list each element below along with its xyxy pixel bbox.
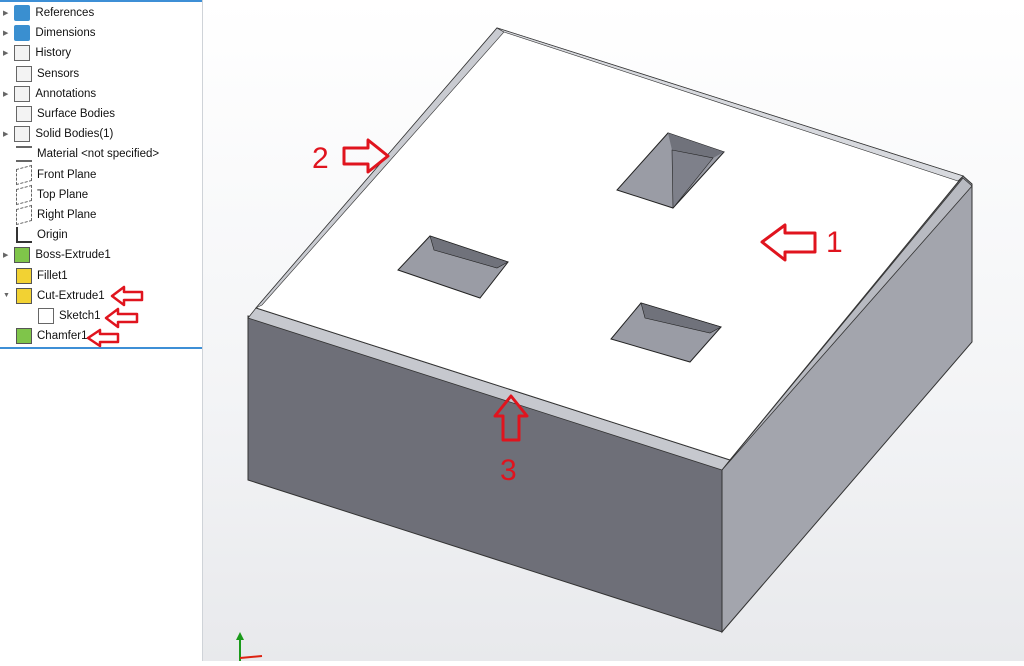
surface-bodies-folder-icon (16, 106, 32, 122)
expand-arrow-icon[interactable]: ▶ (3, 9, 8, 17)
tree-item-label: Fillet1 (37, 269, 68, 282)
tree-item-label: Dimensions (35, 27, 96, 40)
tree-arrow-cut-extrude (110, 285, 144, 307)
tree-item-label: Front Plane (37, 168, 97, 181)
tree-item-label: Annotations (35, 87, 97, 100)
plane-icon (16, 164, 32, 185)
tree-item-chamfer1[interactable]: Chamfer1 (16, 326, 88, 346)
tree-item-label: Sensors (37, 67, 80, 80)
plane-icon (16, 184, 32, 205)
tree-item-label: History (35, 47, 72, 60)
label-2: 2 (312, 142, 329, 175)
tree-item-label: Right Plane (37, 209, 97, 221)
origin-icon (16, 227, 32, 244)
tree-item-sensors[interactable]: Sensors (16, 64, 79, 84)
tree-item-front-plane[interactable]: Front Plane (16, 164, 97, 185)
tree-item-right-plane[interactable]: Right Plane (16, 204, 97, 226)
tree-item-label: Origin (37, 229, 68, 242)
expand-arrow-icon[interactable]: ▶ (3, 130, 8, 138)
sketch-icon (38, 308, 54, 324)
tree-item-top-plane[interactable]: Top Plane (16, 184, 89, 205)
material-icon (16, 146, 32, 163)
history-folder-icon (14, 45, 31, 62)
solid-bodies-folder-icon (14, 126, 31, 143)
tree-item-label: Chamfer1 (37, 330, 88, 343)
tree-item-boss-extrude1[interactable]: ▶ Boss-Extrude1 (3, 245, 111, 265)
tree-item-fillet1[interactable]: Fillet1 (16, 266, 68, 286)
cut-extrude-icon (15, 287, 32, 304)
fillet-icon (16, 267, 32, 284)
tree-item-cut-extrude1[interactable]: ▼ Cut-Extrude1 (3, 286, 105, 306)
tree-arrow-sketch (104, 307, 139, 329)
graphics-area[interactable]: 1 2 3 (203, 0, 1024, 661)
tree-item-label: Top Plane (37, 188, 89, 201)
tree-item-label: Boss-Extrude1 (35, 249, 111, 262)
tree-item-origin[interactable]: Origin (16, 225, 68, 245)
collapse-arrow-icon[interactable]: ▼ (3, 292, 10, 299)
tree-item-label: References (35, 7, 95, 19)
box-model[interactable] (247, 27, 973, 634)
triad-axis-icon (236, 632, 263, 661)
label-1: 1 (826, 226, 843, 259)
expand-arrow-icon[interactable]: ▶ (3, 29, 8, 37)
tree-item-annotations[interactable]: ▶ Annotations (3, 84, 96, 104)
sensors-folder-icon (16, 65, 32, 82)
tree-top-divider (0, 0, 202, 2)
boss-extrude-icon (14, 247, 31, 264)
tree-item-label: Cut-Extrude1 (36, 289, 105, 302)
tree-item-label: Sketch1 (59, 310, 101, 322)
tree-item-label: Material <not specified> (37, 148, 160, 161)
expand-arrow-icon[interactable]: ▶ (3, 90, 8, 98)
tree-item-history[interactable]: ▶ History (3, 43, 71, 63)
tree-item-references[interactable]: ▶ References (3, 3, 94, 23)
label-3: 3 (500, 454, 517, 487)
tree-item-dimensions[interactable]: ▶ Dimensions (3, 23, 95, 43)
tree-item-sketch1[interactable]: Sketch1 (38, 306, 101, 326)
tree-item-label: Solid Bodies(1) (35, 128, 114, 141)
expand-arrow-icon[interactable]: ▶ (3, 49, 8, 57)
tree-item-label: Surface Bodies (37, 108, 115, 120)
folder-icon (14, 25, 31, 42)
plane-icon (16, 204, 32, 226)
model-viewport: 1 2 3 (236, 27, 973, 661)
tree-item-solid-bodies-1[interactable]: ▶ Solid Bodies(1) (3, 124, 113, 144)
folder-icon (14, 5, 31, 21)
expand-arrow-icon[interactable]: ▶ (3, 251, 8, 259)
tree-item-surface-bodies[interactable]: Surface Bodies (16, 104, 115, 124)
annotations-folder-icon (14, 85, 31, 102)
feature-manager-tree: ▶ References ▶ Dimensions ▶ History Sensors ▶ An… (0, 0, 203, 661)
chamfer-icon (16, 328, 32, 345)
tree-arrow-chamfer (86, 328, 120, 348)
rollback-bar[interactable] (0, 347, 202, 349)
tree-item-material-not-specified[interactable]: Material <not specified> (16, 144, 159, 164)
